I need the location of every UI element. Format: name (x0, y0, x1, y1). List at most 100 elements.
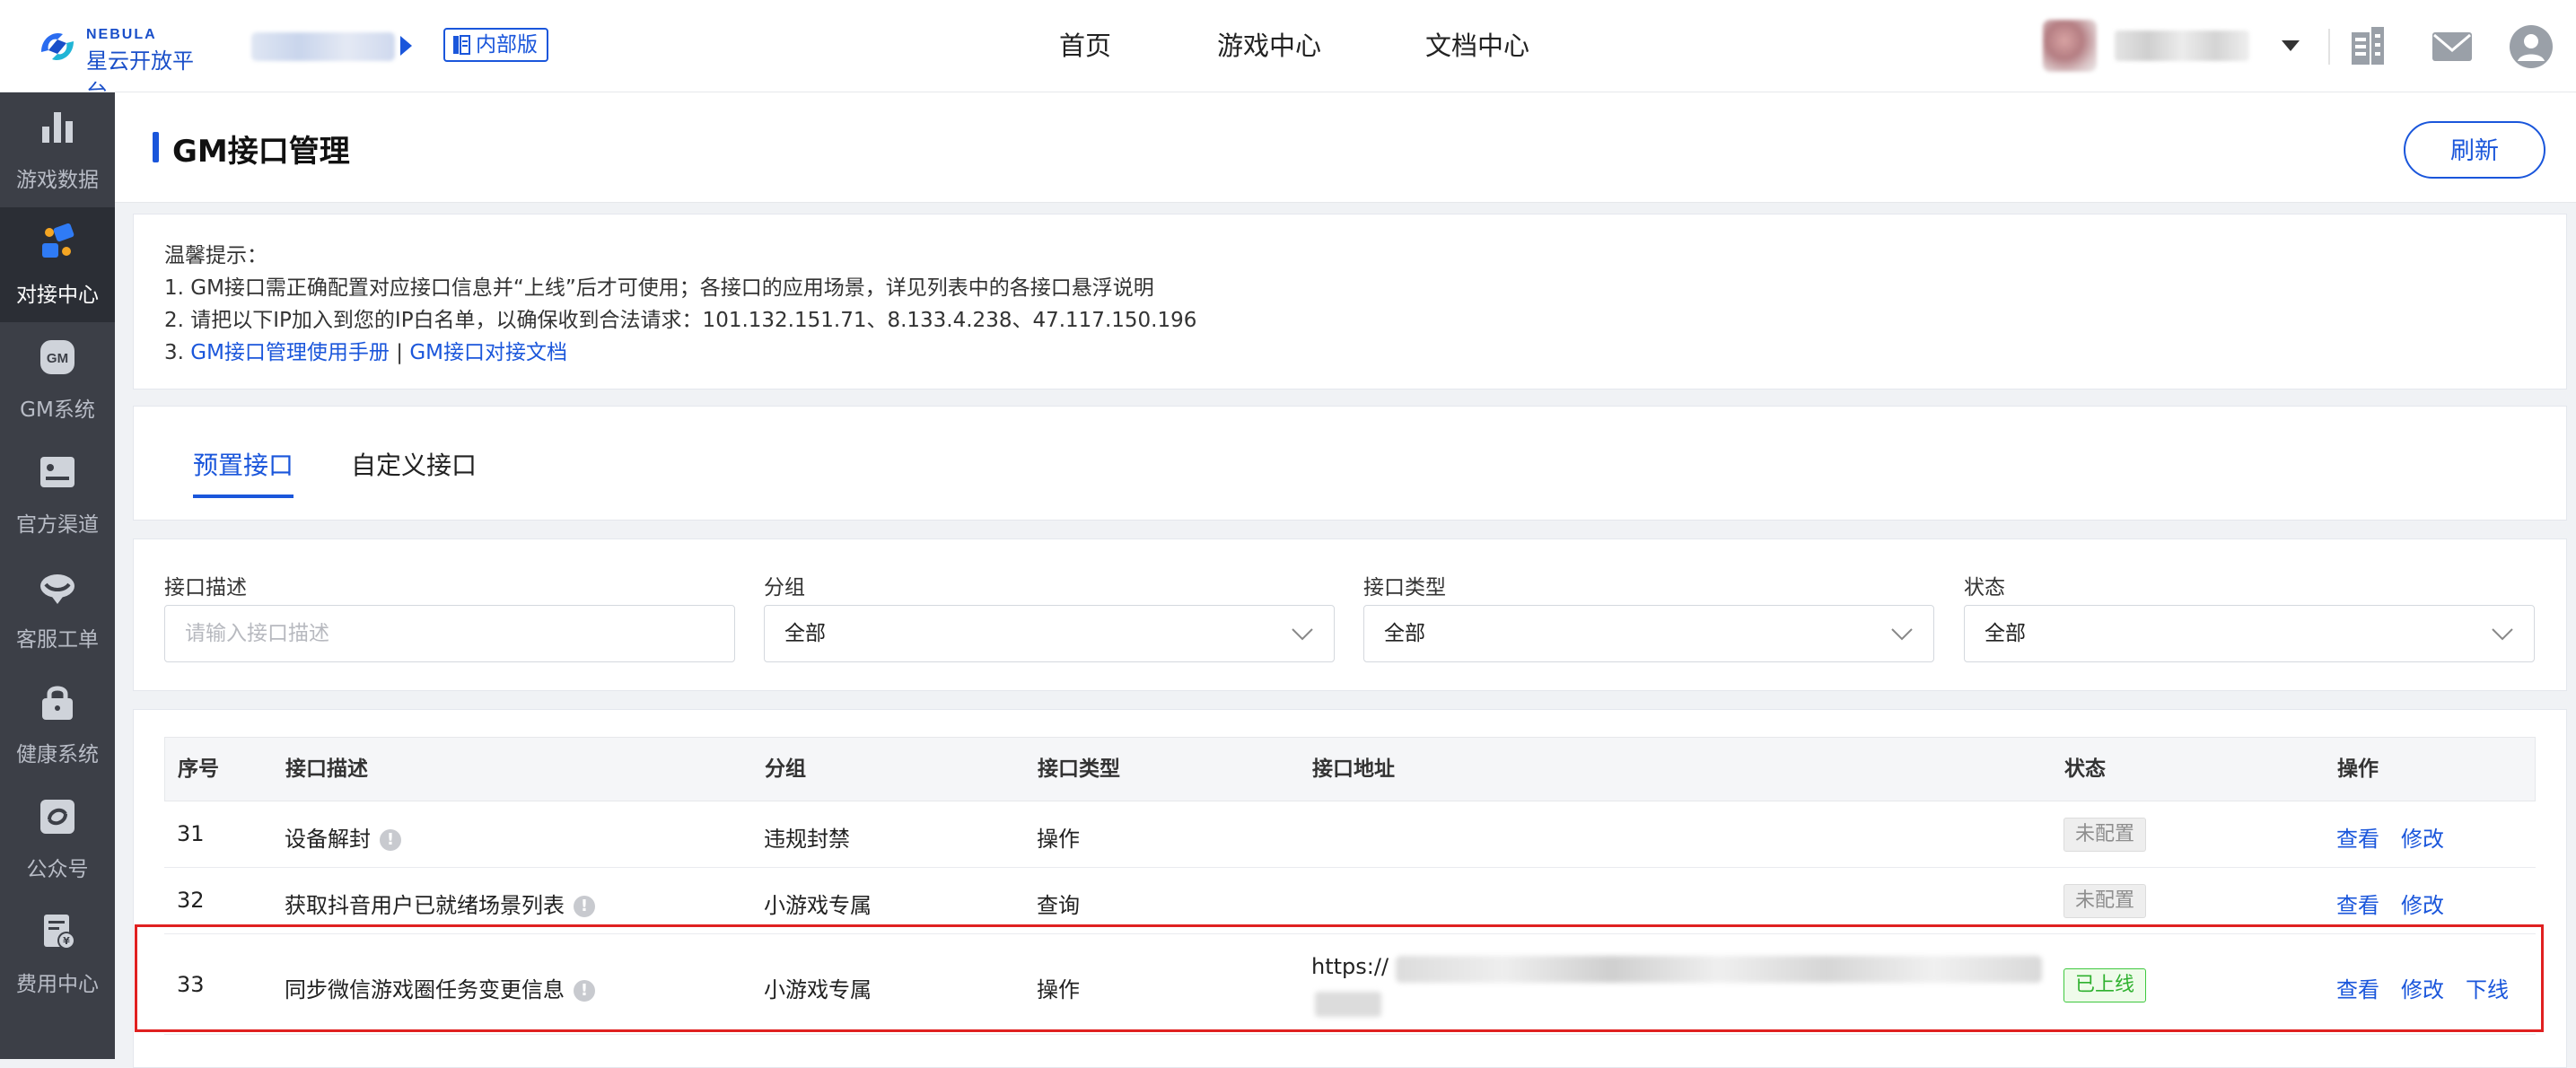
col-url: 接口地址 (1312, 757, 1395, 781)
headset-icon (40, 574, 74, 604)
filter-group-label: 分组 (764, 576, 805, 600)
tabs-panel: 预置接口 自定义接口 (133, 406, 2567, 521)
type-select-value: 全部 (1384, 622, 1425, 645)
row-desc: 设备解封! (285, 821, 401, 853)
doc-link[interactable]: GM接口对接文档 (409, 341, 567, 364)
chevron-down-icon (1292, 628, 1313, 641)
nav-home[interactable]: 首页 (1059, 0, 1111, 92)
user-name[interactable] (2115, 31, 2249, 61)
row-group: 违规封禁 (764, 827, 850, 852)
integration-icon (42, 223, 74, 258)
edition-badge: 内部版 (443, 28, 548, 62)
caret-right-icon[interactable] (400, 36, 412, 56)
sidebar-item-official-channel[interactable]: 官方渠道 (0, 437, 115, 552)
status-select-value: 全部 (1985, 622, 2026, 645)
col-actions: 操作 (2337, 757, 2379, 781)
highlight-box (135, 924, 2544, 1032)
gm-icon: GM (40, 340, 74, 374)
bar-chart-icon (42, 112, 73, 143)
book-icon (453, 35, 470, 55)
col-desc: 接口描述 (285, 757, 368, 781)
row-type: 查询 (1037, 893, 1080, 918)
type-select[interactable]: 全部 (1363, 605, 1934, 662)
col-group: 分组 (765, 757, 806, 781)
row-index: 31 (177, 821, 205, 846)
refresh-button[interactable]: 刷新 (2404, 121, 2545, 179)
row-desc-text: 获取抖音用户已就绪场景列表 (285, 893, 565, 918)
manual-link[interactable]: GM接口管理使用手册 (190, 341, 390, 364)
user-menu-chevron-down-icon[interactable] (2282, 40, 2300, 51)
tips-line-3-prefix: 3. (164, 341, 191, 364)
sidebar-item-gm-system[interactable]: GM GM系统 (0, 322, 115, 437)
sidebar-item-health-system[interactable]: 健康系统 (0, 667, 115, 782)
user-icon[interactable] (2506, 22, 2556, 72)
active-tab-indicator (193, 495, 294, 498)
row-group: 小游戏专属 (764, 893, 872, 918)
tips-panel: 温馨提示： 1. GM接口需正确配置对应接口信息并“上线”后才可使用；各接口的应… (133, 214, 2567, 390)
row-type: 操作 (1037, 827, 1080, 852)
sidebar-item-billing[interactable]: ¥ 费用中心 (0, 897, 115, 1011)
row-desc-text: 设备解封 (285, 827, 371, 852)
filter-panel: 接口描述 请输入接口描述 分组 全部 接口类型 全部 状态 全部 (133, 538, 2567, 691)
logo[interactable]: NEBULA 星云开放平台 (36, 23, 206, 105)
status-select[interactable]: 全部 (1964, 605, 2535, 662)
lock-icon (42, 686, 73, 720)
group-select[interactable]: 全部 (764, 605, 1335, 662)
col-status: 状态 (2064, 757, 2106, 781)
sidebar-item-label: 客服工单 (16, 628, 99, 652)
sidebar-item-label: 健康系统 (16, 743, 99, 766)
row-desc: 获取抖音用户已就绪场景列表! (285, 888, 595, 919)
sidebar-item-label: GM系统 (20, 398, 95, 422)
bill-icon: ¥ (44, 915, 75, 950)
sidebar-item-label: 公众号 (26, 858, 89, 881)
view-link[interactable]: 查看 (2336, 888, 2379, 919)
view-link[interactable]: 查看 (2336, 821, 2379, 853)
chevron-down-icon (2492, 628, 2513, 641)
nav-doc-center[interactable]: 文档中心 (1425, 0, 1529, 92)
edition-badge-label: 内部版 (476, 33, 538, 57)
page-title: GM接口管理 (172, 134, 350, 170)
info-icon[interactable]: ! (574, 896, 595, 917)
sidebar-item-label: 对接中心 (16, 284, 99, 307)
svg-text:GM: GM (47, 351, 68, 366)
status-badge: 未配置 (2063, 818, 2147, 852)
sidebar-item-official-account[interactable]: 公众号 (0, 782, 115, 897)
tips-line-1: 1. GM接口需正确配置对应接口信息并“上线”后才可使用；各接口的应用场景，详见… (164, 276, 1154, 300)
refresh-circle-icon (40, 800, 74, 834)
top-bar: NEBULA 星云开放平台 内部版 首页 游戏中心 文档中心 (0, 0, 2576, 105)
svg-text:¥: ¥ (63, 935, 70, 947)
tips-heading: 温馨提示： (164, 244, 267, 267)
avatar[interactable] (2043, 20, 2097, 72)
sidebar-item-label: 费用中心 (16, 973, 99, 996)
filter-desc-label: 接口描述 (164, 576, 247, 600)
tab-custom-interface[interactable]: 自定义接口 (351, 446, 477, 482)
id-card-icon (40, 457, 74, 487)
building-icon[interactable] (2344, 22, 2395, 72)
mail-icon[interactable] (2427, 22, 2477, 72)
table-row: 31 设备解封! 违规封禁 操作 未配置 查看 修改 (164, 801, 2536, 868)
desc-search-input[interactable]: 请输入接口描述 (164, 605, 735, 662)
status-badge: 未配置 (2063, 884, 2147, 918)
logo-en-text: NEBULA (86, 27, 157, 42)
tips-line-3: 3. GM接口管理使用手册 | GM接口对接文档 (164, 335, 567, 365)
chevron-down-icon (1891, 628, 1913, 641)
edit-link[interactable]: 修改 (2401, 821, 2444, 853)
tab-preset-interface[interactable]: 预置接口 (193, 446, 294, 482)
divider (2328, 29, 2330, 65)
sidebar-item-label: 游戏数据 (16, 169, 99, 192)
link-separator: | (389, 341, 410, 364)
nav-game-center[interactable]: 游戏中心 (1217, 0, 1321, 92)
sidebar-item-label: 官方渠道 (16, 513, 99, 537)
table-header: 序号 接口描述 分组 接口类型 接口地址 状态 操作 (164, 737, 2536, 801)
col-type: 接口类型 (1038, 757, 1120, 781)
filter-type-label: 接口类型 (1363, 576, 1446, 600)
sidebar-item-integration[interactable]: 对接中心 (0, 207, 115, 322)
edit-link[interactable]: 修改 (2401, 888, 2444, 919)
sidebar-item-service-ticket[interactable]: 客服工单 (0, 552, 115, 667)
sidebar: 游戏数据 对接中心 GM GM系统 官方渠道 客服工单 健康系统 公众号 ¥ 费… (0, 92, 115, 1059)
row-index: 32 (177, 888, 205, 913)
sidebar-item-game-data[interactable]: 游戏数据 (0, 92, 115, 207)
info-icon[interactable]: ! (380, 829, 401, 851)
game-selector[interactable] (251, 32, 395, 61)
nebula-logo-icon (41, 32, 74, 61)
